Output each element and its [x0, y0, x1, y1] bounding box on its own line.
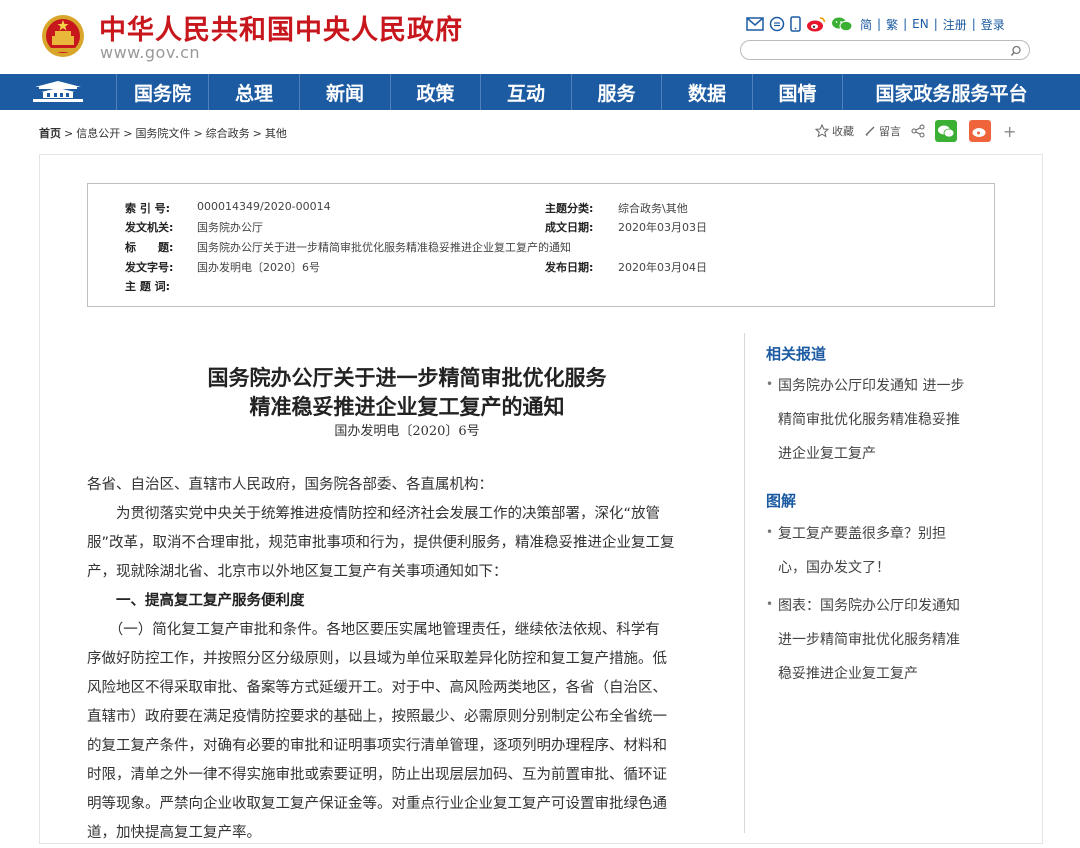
share-toolbar: 收藏 留言 +: [815, 120, 1016, 142]
published-date-value: 2020年03月04日: [618, 261, 707, 274]
link-english[interactable]: EN: [912, 17, 929, 31]
search-input[interactable]: [751, 42, 1005, 60]
site-header: 中华人民共和国中央人民政府 www.gov.cn 简 | 繁 | EN | 注册…: [0, 0, 1080, 74]
chat-bubble-icon[interactable]: [769, 16, 785, 32]
body-line: 道，加快提高复工复产率。: [87, 825, 261, 841]
keywords-label: 主 题 词:: [125, 280, 171, 293]
title-label: 标 题:: [125, 241, 174, 254]
nav-item-premier[interactable]: 总理: [209, 74, 300, 110]
nav-item-data[interactable]: 数据: [662, 74, 753, 110]
nav-home-icon[interactable]: [0, 74, 117, 110]
category-value: 综合政务\其他: [618, 202, 688, 215]
index-value: 000014349/2020-00014: [197, 200, 331, 213]
article-title-line-1: 国务院办公厅关于进一步精简审批优化服务: [207, 366, 607, 390]
nav-item-national-info[interactable]: 国情: [753, 74, 843, 110]
favorite-label: 收藏: [832, 125, 854, 138]
body-line: 产，现就除湖北省、北京市以外地区复工复产有关事项通知如下：: [87, 564, 508, 580]
related-reports-heading: 相关报道: [766, 345, 827, 363]
nav-item-interaction[interactable]: 互动: [481, 74, 572, 110]
wechat-share-icon[interactable]: [935, 120, 957, 142]
article-body: 各省、自治区、直辖市人民政府，国务院各部委、各直属机构： 为贯彻落实党中央关于统…: [87, 471, 675, 848]
article-doc-number: 国办发明电〔2020〕6号: [334, 424, 480, 439]
body-line: 服”改革，取消不合理审批，规范审批事项和行为，提供便利服务，精准稳妥推进企业复工…: [87, 535, 675, 551]
link-register[interactable]: 注册: [943, 16, 967, 33]
created-date-value: 2020年03月03日: [618, 221, 707, 234]
issuer-value: 国务院办公厅: [197, 221, 263, 234]
body-line: （一）简化复工复产审批和条件。各地区要压实属地管理责任，继续依法依规、科学有: [87, 622, 660, 638]
search-icon[interactable]: [1009, 43, 1023, 57]
category-label: 主题分类:: [545, 202, 594, 215]
issuer-label: 发文机关:: [125, 221, 174, 234]
link-login[interactable]: 登录: [981, 16, 1005, 33]
nav-item-gov-service-platform[interactable]: 国家政务服务平台: [843, 74, 1060, 110]
title-value: 国务院办公厅关于进一步精简审批优化服务精准稳妥推进企业复工复产的通知: [197, 241, 571, 254]
body-line: 各省、自治区、直辖市人民政府，国务院各部委、各直属机构：: [87, 477, 493, 493]
more-plus-icon[interactable]: +: [1003, 122, 1016, 141]
main-nav: 国务院 总理 新闻 政策 互动 服务 数据 国情 国家政务服务平台: [0, 74, 1080, 110]
top-links: 简 | 繁 | EN | 注册 | 登录: [746, 14, 1007, 34]
breadcrumb-other[interactable]: 其他: [265, 127, 287, 140]
graphic-heading: 图解: [766, 492, 797, 510]
body-line: 时限，清单之外一律不得实施审批或索要证明，防止出现层层加码、互为前置审批、循环证: [87, 767, 667, 783]
nav-item-state-council[interactable]: 国务院: [117, 74, 209, 110]
site-url: www.gov.cn: [100, 43, 201, 62]
national-emblem-icon[interactable]: [40, 12, 86, 60]
body-line: 风险地区不得采取审批、备案等方式延缓开工。对于中、高风险两类地区，各省（自治区、: [87, 680, 667, 696]
doc-number-value: 国办发明电〔2020〕6号: [197, 261, 320, 274]
wechat-icon[interactable]: [831, 16, 853, 32]
nav-item-services[interactable]: 服务: [572, 74, 662, 110]
link-traditional[interactable]: 繁: [886, 16, 898, 33]
mail-icon[interactable]: [746, 17, 764, 31]
body-line: 直辖市）政府要在满足疫情防控要求的基础上，按照最少、必需原则分别制定公布全省统一: [87, 709, 667, 725]
comment-button[interactable]: 留言: [864, 123, 901, 139]
comment-label: 留言: [879, 125, 901, 138]
search-box: [740, 40, 1030, 60]
breadcrumb-general-affairs[interactable]: 综合政务: [206, 127, 250, 140]
body-line: 为贯彻落实党中央关于统筹推进疫情防控和经济社会发展工作的决策部署，深化“放管: [87, 506, 661, 522]
nav-item-policy[interactable]: 政策: [391, 74, 481, 110]
weibo-icon[interactable]: [806, 16, 826, 32]
nav-item-news[interactable]: 新闻: [300, 74, 391, 110]
favorite-button[interactable]: 收藏: [815, 123, 854, 139]
body-line: 明等现象。严禁向企业收取复工复产保证金等。对重点行业企业复工复产可设置审批绿色通: [87, 796, 667, 812]
article-title-line-2: 精准稳妥推进企业复工复产的通知: [249, 395, 565, 419]
index-label: 索 引 号:: [125, 202, 171, 215]
breadcrumb-info-disclosure[interactable]: 信息公开: [76, 127, 120, 140]
breadcrumb: 首页 > 信息公开 > 国务院文件 > 综合政务 > 其他: [39, 127, 287, 140]
pencil-icon: [865, 126, 875, 136]
site-title[interactable]: 中华人民共和国中央人民政府: [99, 8, 463, 47]
sidebar: 相关报道 • 国务院办公厅印发通知 进一步 精简审批优化服务精准稳妥推 进企业复…: [744, 333, 1005, 833]
doc-number-label: 发文字号:: [125, 261, 174, 274]
document-meta-box: 索 引 号: 000014349/2020-00014 主题分类: 综合政务\其…: [87, 183, 995, 307]
link-simplified[interactable]: 简: [860, 16, 872, 33]
weibo-share-icon[interactable]: [969, 120, 991, 142]
mobile-icon[interactable]: [790, 16, 801, 32]
created-date-label: 成文日期:: [545, 221, 594, 234]
section-heading: 一、提高复工复产服务便利度: [87, 593, 305, 609]
body-line: 的复工复产条件，对确有必要的审批和证明事项实行清单管理，逐项列明办理程序、材料和: [87, 738, 667, 754]
body-line: 序做好防控工作，并按照分区分级原则，以县域为单位采取差异化防控和复工复产措施。低: [87, 651, 667, 667]
published-date-label: 发布日期:: [545, 261, 594, 274]
share-icon[interactable]: [911, 124, 925, 138]
breadcrumb-state-council-docs[interactable]: 国务院文件: [135, 127, 190, 140]
star-icon: [815, 124, 829, 138]
breadcrumb-home[interactable]: 首页: [39, 127, 61, 140]
